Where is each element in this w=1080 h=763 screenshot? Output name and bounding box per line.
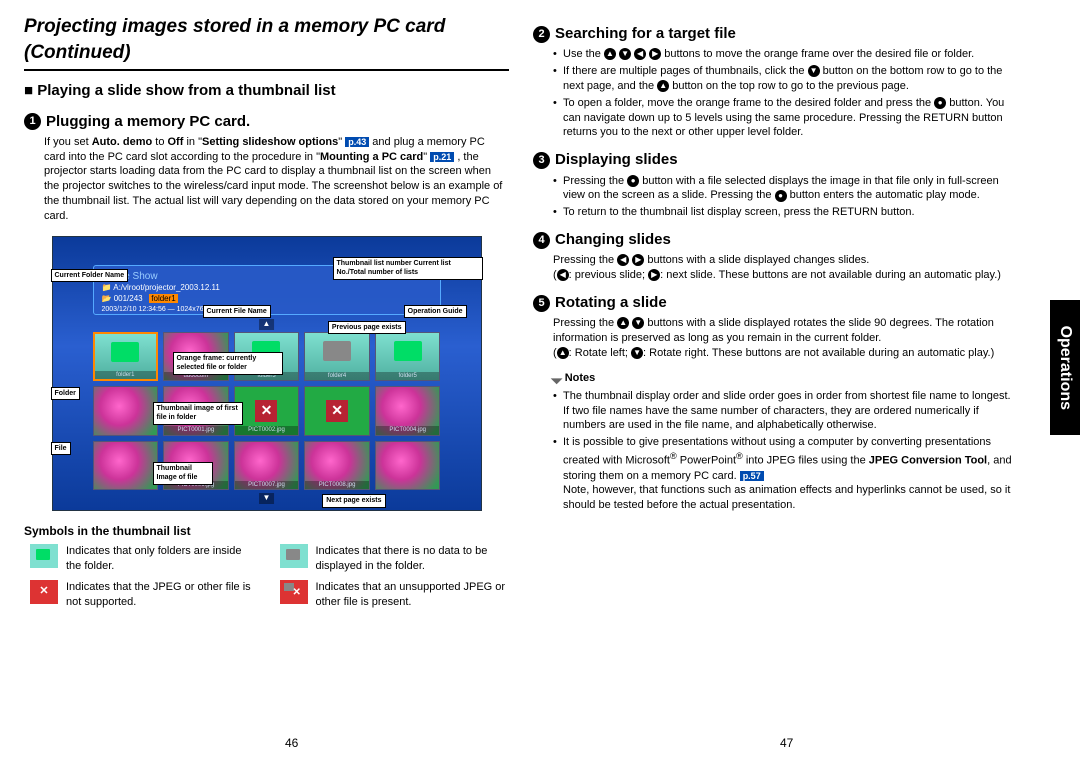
enter-icon: ● (934, 97, 946, 109)
page-number-left: 46 (285, 735, 298, 751)
left-icon: ◀ (617, 254, 629, 266)
step-3-heading: 3Displaying slides (533, 150, 1018, 170)
step-1-heading: 1 Plugging a memory PC card. (24, 112, 509, 132)
down-icon: ▼ (632, 317, 644, 329)
down-icon: ▼ (808, 65, 820, 77)
note-1: The thumbnail display order and slide or… (553, 389, 1018, 434)
heading-playing: ■ Playing a slide show from a thumbnail … (24, 81, 509, 101)
enter-icon: ● (775, 190, 787, 202)
up-icon: ▲ (657, 80, 669, 92)
step-1-body: If you set Auto. demo to Off in "Setting… (24, 135, 509, 224)
callout-current-folder: Current Folder Name (51, 269, 129, 282)
up-icon: ▲ (604, 48, 616, 60)
step-5-body: Pressing the ▲ ▼ buttons with a slide di… (533, 316, 1018, 361)
right-icon: ▶ (648, 269, 660, 281)
notes-heading: Notes (553, 371, 1018, 386)
callout-orange-frame: Orange frame: currently selected file or… (173, 352, 283, 375)
left-icon: ◀ (634, 48, 646, 60)
right-icon: ▶ (632, 254, 644, 266)
up-icon: ▲ (617, 317, 629, 329)
step-3-item-1: Pressing the ● button with a file select… (553, 174, 1018, 204)
callout-folder: Folder (51, 387, 80, 400)
page-spread: Projecting images stored in a memory PC … (0, 0, 1080, 609)
icon-folder-green (30, 544, 58, 568)
enter-icon: ● (627, 175, 639, 187)
step-1-number: 1 (24, 113, 41, 130)
ref-p57: p.57 (740, 471, 764, 481)
down-icon: ▼ (619, 48, 631, 60)
icon-folder-grey (280, 544, 308, 568)
step-2-heading: 2Searching for a target file (533, 24, 1018, 44)
callout-thumb-first: Thumbnail image of first file in folder (153, 402, 243, 425)
step-5-heading: 5Rotating a slide (533, 293, 1018, 313)
ref-p43: p.43 (345, 137, 369, 147)
step-2-item-1: Use the ▲ ▼ ◀ ▶ buttons to move the oran… (553, 47, 1018, 62)
legend-grid: Indicates that only folders are inside t… (24, 544, 509, 609)
right-icon: ▶ (649, 48, 661, 60)
callout-list-number: Thumbnail list number Current list No./T… (333, 257, 483, 280)
callout-prev-page: Previous page exists (328, 321, 406, 334)
ref-p21: p.21 (430, 152, 454, 162)
up-icon: ▲ (557, 347, 569, 359)
step-2-item-3: To open a folder, move the orange frame … (553, 96, 1018, 141)
left-icon: ◀ (557, 269, 569, 281)
callout-thumb-image: Thumbnail Image of file (153, 462, 213, 485)
step-2-item-2: If there are multiple pages of thumbnail… (553, 64, 1018, 94)
right-column: 2Searching for a target file Use the ▲ ▼… (521, 14, 1056, 609)
page-title: Projecting images stored in a memory PC … (24, 14, 509, 71)
step-4-heading: 4Changing slides (533, 230, 1018, 250)
step-3-item-2: To return to the thumbnail list display … (553, 205, 1018, 220)
icon-x-unsupported (30, 580, 58, 604)
icon-x-folder-unsupported (280, 580, 308, 604)
note-2: It is possible to give presentations wit… (553, 435, 1018, 513)
callout-file: File (51, 442, 71, 455)
down-icon: ▼ (631, 347, 643, 359)
page-number-right: 47 (780, 735, 793, 751)
step-4-body: Pressing the ◀ ▶ buttons with a slide di… (533, 253, 1018, 283)
legend-heading: Symbols in the thumbnail list (24, 523, 509, 539)
callout-next-page: Next page exists (322, 494, 385, 507)
left-column: Projecting images stored in a memory PC … (24, 14, 521, 609)
callout-operation-guide: Operation Guide (404, 305, 467, 318)
thumbnail-screenshot: ●Slide Show 📁 A:/vlroot/projector_2003.1… (52, 236, 482, 511)
callout-current-file: Current File Name (203, 305, 271, 318)
